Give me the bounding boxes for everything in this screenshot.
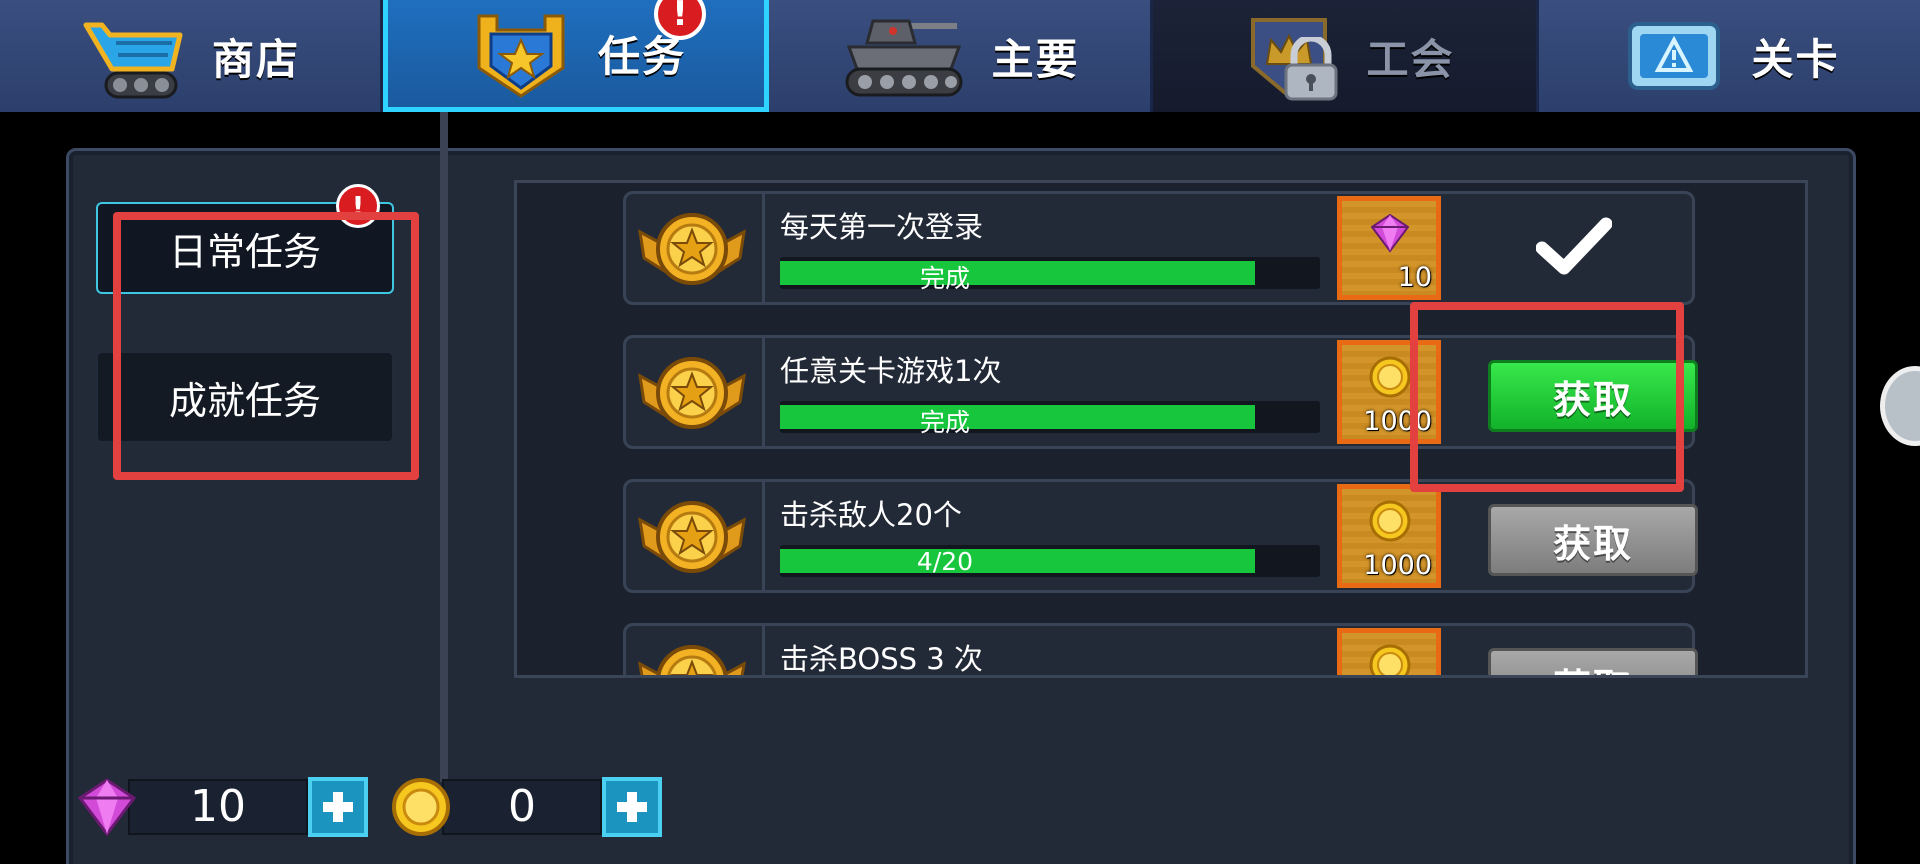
add-coins-button[interactable] — [602, 777, 662, 837]
tab-guild[interactable]: 工会 — [1153, 0, 1539, 112]
tab-levels[interactable]: 关卡 — [1539, 0, 1920, 112]
floating-assist-button[interactable] — [1880, 366, 1920, 446]
highlight-box-sidebar — [113, 212, 419, 480]
plus-icon — [323, 792, 353, 822]
gem-counter: 10 — [76, 776, 368, 838]
tank-icon — [839, 11, 969, 101]
reward-box: 1000 — [1337, 484, 1441, 588]
quest-title: 任意关卡游戏1次 — [780, 354, 1002, 388]
claim-button[interactable]: 获取 — [1488, 648, 1698, 675]
quest-row: 每天第一次登录 完成 10 — [623, 191, 1695, 305]
quest-divider — [762, 338, 765, 446]
plus-icon — [617, 792, 647, 822]
highlight-box-claim — [1410, 302, 1684, 492]
shop-cart-icon — [80, 11, 190, 101]
tab-levels-label: 关卡 — [1751, 34, 1840, 84]
medal-icon — [638, 213, 746, 285]
reward-amount: 1000 — [1363, 550, 1432, 581]
reward-box: 10 — [1337, 196, 1441, 300]
quest-divider — [762, 194, 765, 302]
quest-row: 击杀敌人20个 4/20 1000 获取 — [623, 479, 1698, 593]
medal-icon — [638, 357, 746, 429]
tab-main[interactable]: 主要 — [769, 0, 1153, 112]
tab-guild-label: 工会 — [1366, 34, 1455, 84]
coin-counter: 0 — [390, 776, 662, 838]
quest-divider — [762, 482, 765, 590]
quest-progress-text: 完成 — [919, 264, 970, 293]
lock-icon — [1284, 37, 1338, 101]
quest-title: 击杀BOSS 3 次 — [780, 642, 983, 676]
quest-progress-bar: 完成 — [780, 257, 1320, 293]
quest-shield-icon — [466, 9, 576, 99]
gem-count: 10 — [128, 779, 308, 835]
coin-count: 0 — [442, 779, 602, 835]
quest-progress-bar: 完成 — [780, 401, 1320, 437]
panel-divider — [440, 112, 448, 782]
quest-progress-text: 4/20 — [916, 547, 974, 576]
coin-icon — [392, 778, 450, 836]
guild-crown-icon — [1234, 11, 1344, 101]
reward-box — [1337, 628, 1441, 675]
add-gems-button[interactable] — [308, 777, 368, 837]
level-tablet-icon — [1619, 11, 1729, 101]
quest-divider — [762, 626, 765, 675]
tab-quests[interactable]: 任务 ! — [383, 0, 769, 112]
tab-main-label: 主要 — [991, 34, 1080, 84]
coin-icon — [1369, 356, 1411, 398]
reward-amount: 10 — [1397, 262, 1432, 293]
tab-shop-label: 商店 — [211, 34, 300, 84]
claimed-check-icon — [1536, 217, 1612, 275]
top-tab-bar: 商店 任务 ! 主要 工会 关卡 — [0, 0, 1920, 112]
medal-icon — [638, 501, 746, 573]
gem-icon — [77, 778, 137, 837]
medal-icon — [638, 645, 746, 675]
tab-shop[interactable]: 商店 — [0, 0, 383, 112]
coin-icon — [1369, 644, 1411, 675]
quest-row: 击杀BOSS 3 次 获取 — [623, 623, 1698, 676]
quest-progress-text: 完成 — [919, 408, 970, 437]
gem-icon — [1370, 213, 1410, 253]
quest-progress-bar: 4/20 — [780, 545, 1320, 577]
claim-button[interactable]: 获取 — [1488, 504, 1698, 576]
coin-icon — [1369, 500, 1411, 542]
quest-title: 每天第一次登录 — [780, 210, 984, 244]
quest-title: 击杀敌人20个 — [780, 498, 962, 532]
